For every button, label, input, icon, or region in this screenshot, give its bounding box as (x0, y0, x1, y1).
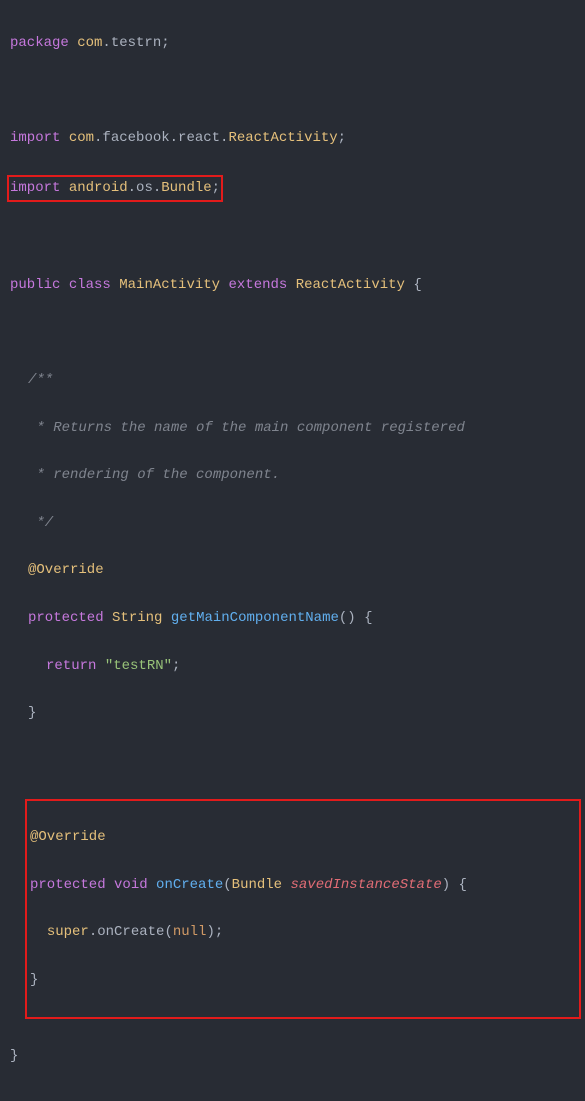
parens: () (339, 610, 356, 626)
keyword-return: return (46, 658, 96, 674)
code-line: } (30, 969, 579, 993)
param-name: savedInstanceState (291, 877, 442, 893)
annotation-override: @Override (30, 829, 106, 845)
comment-line: * rendering of the component. (10, 464, 585, 488)
import-class: ReactActivity (228, 130, 337, 146)
blank-line (10, 79, 585, 103)
keyword-protected: protected (28, 610, 104, 626)
pkg-seg: .testrn (102, 35, 161, 51)
keyword-protected: protected (30, 877, 106, 893)
comment-line: * Returns the name of the main component… (10, 417, 585, 441)
code-line: } (10, 702, 585, 726)
semicolon: ; (338, 130, 346, 146)
brace-close: } (30, 972, 38, 988)
keyword-public: public (10, 277, 60, 293)
type-string: String (112, 610, 162, 626)
blank-line (10, 226, 585, 250)
paren-open: ( (223, 877, 231, 893)
blank-line (10, 750, 585, 774)
class-name: ReactActivity (296, 277, 405, 293)
code-line: package com.testrn; (10, 32, 585, 56)
keyword-super: super (47, 924, 89, 940)
paren-close: ) (206, 924, 214, 940)
method-name: onCreate (156, 877, 223, 893)
brace-open: { (459, 877, 467, 893)
highlight-box-oncreate: @Override protected void onCreate(Bundle… (25, 799, 581, 1019)
type-bundle: Bundle (232, 877, 282, 893)
semicolon: ; (161, 35, 169, 51)
code-line: public class MainActivity extends ReactA… (10, 274, 585, 298)
blank-line (10, 321, 585, 345)
keyword-import: import (10, 130, 60, 146)
class-name: MainActivity (119, 277, 220, 293)
import-seg: android (60, 180, 127, 196)
brace-close: } (28, 705, 36, 721)
highlight-box-import: import android.os.Bundle; (7, 175, 223, 203)
import-class: Bundle (161, 180, 211, 196)
method-name: getMainComponentName (171, 610, 339, 626)
code-line: protected String getMainComponentName() … (10, 607, 585, 631)
code-line: } (10, 1045, 585, 1069)
comment-line: */ (10, 512, 585, 536)
pkg-seg: com (69, 35, 103, 51)
semicolon: ; (172, 658, 180, 674)
semicolon: ; (212, 180, 220, 196)
keyword-class: class (69, 277, 111, 293)
comment-line: /** (10, 369, 585, 393)
import-seg: com (60, 130, 94, 146)
code-line: import com.facebook.react.ReactActivity; (10, 127, 585, 151)
semicolon: ; (215, 924, 223, 940)
annotation-override: @Override (28, 562, 104, 578)
string-literal: "testRN" (105, 658, 172, 674)
keyword-import: import (10, 180, 60, 196)
keyword-extends: extends (228, 277, 287, 293)
call-seg: .onCreate( (89, 924, 173, 940)
code-line: return "testRN"; (10, 655, 585, 679)
keyword-package: package (10, 35, 69, 51)
import-seg: .os. (128, 180, 162, 196)
code-line-highlighted: import android.os.Bundle; (10, 175, 585, 203)
code-line: @Override (30, 826, 579, 850)
keyword-null: null (173, 924, 207, 940)
brace-open: { (364, 610, 372, 626)
keyword-void: void (114, 877, 148, 893)
code-line: @Override (10, 559, 585, 583)
brace-close: } (10, 1048, 18, 1064)
brace-open: { (413, 277, 421, 293)
code-line: super.onCreate(null); (30, 921, 579, 945)
code-line: protected void onCreate(Bundle savedInst… (30, 874, 579, 898)
import-seg: .facebook.react. (94, 130, 228, 146)
paren-close: ) (442, 877, 450, 893)
code-editor: package com.testrn; import com.facebook.… (0, 0, 585, 1101)
